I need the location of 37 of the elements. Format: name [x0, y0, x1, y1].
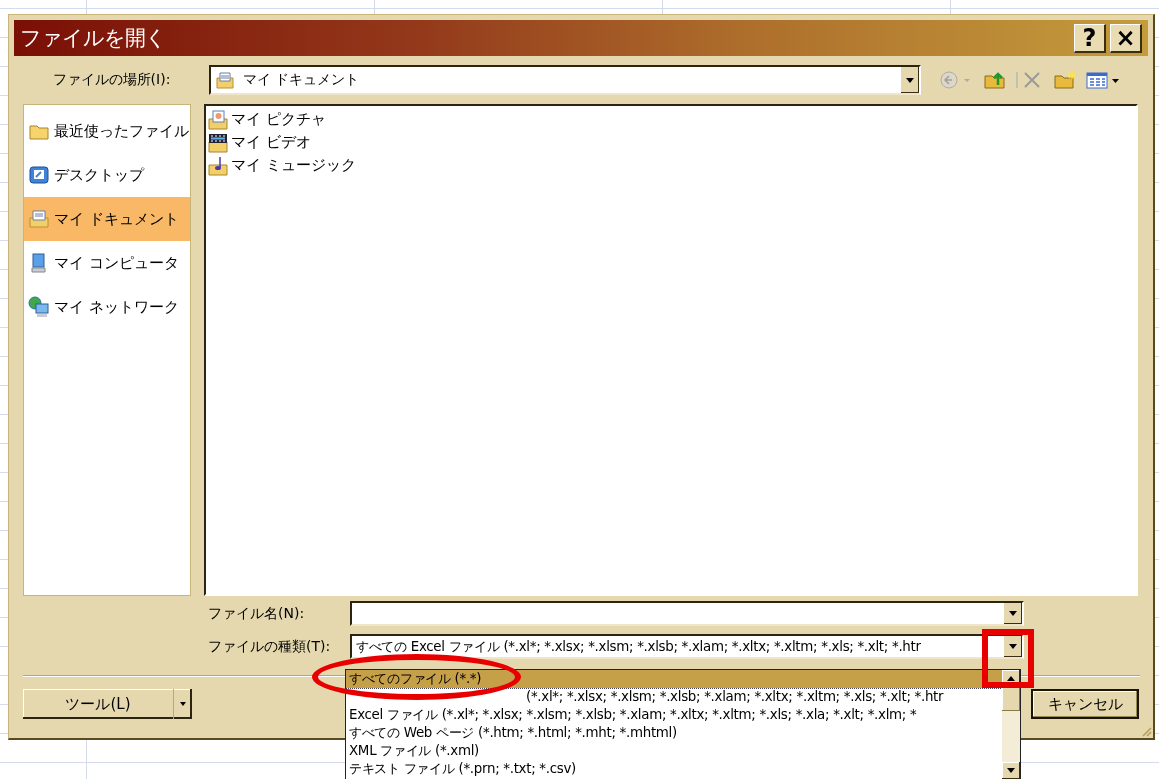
file-type-value: すべての Excel ファイル (*.xl*; *.xlsx; *.xlsm; *.xlsb; *.xlam; *.xltx; *.xltm; *.xls; *.xlt; *.htr: [356, 637, 922, 656]
places-item[interactable]: 最近使ったファイル: [24, 109, 190, 153]
file-type-option[interactable]: テキスト ファイル (*.prn; *.txt; *.csv): [346, 760, 1002, 778]
pictures-folder-icon: [208, 109, 228, 130]
folder-item[interactable]: マイ ピクチャ: [208, 108, 326, 131]
documents-folder-icon: [215, 70, 235, 90]
folder-item[interactable]: マイ ミュージック: [208, 154, 356, 177]
views-button[interactable]: [1085, 70, 1121, 90]
help-button[interactable]: ?: [1074, 23, 1106, 53]
location-dropdown[interactable]: マイ ドキュメント: [209, 65, 921, 95]
file-name-field[interactable]: [350, 601, 1024, 626]
folder-item[interactable]: マイ ビデオ: [208, 131, 311, 154]
network-icon: [28, 296, 50, 318]
scroll-bar[interactable]: [1002, 670, 1020, 779]
file-type-label: ファイルの種類(T):: [208, 637, 332, 656]
folder-up-button[interactable]: [983, 70, 1007, 90]
places-item[interactable]: マイ ネットワーク: [24, 285, 190, 329]
close-button[interactable]: ×: [1110, 23, 1142, 53]
music-folder-icon: [208, 155, 228, 176]
tools-button[interactable]: ツール(L): [23, 689, 192, 719]
file-type-option[interactable]: Excel ファイル (*.xl*; *.xlsx; *.xlsm; *.xlsb; *.xlam; *.xltx; *.xltm; *.xls; *.xla; *.xlt; *.xlm; *: [346, 706, 1002, 724]
file-type-option[interactable]: XML ファイル (*.xml): [346, 742, 1002, 760]
file-name-label: ファイル名(N):: [208, 604, 306, 623]
resize-grip-icon: [1140, 725, 1152, 737]
location-value: マイ ドキュメント: [243, 71, 361, 89]
documents-folder-icon: [28, 208, 50, 230]
desktop-icon: [28, 164, 50, 186]
location-label: ファイルの場所(I):: [51, 71, 172, 89]
cancel-button[interactable]: キャンセル: [1031, 689, 1139, 719]
places-item[interactable]: マイ ドキュメント: [24, 197, 190, 241]
places-item[interactable]: デスクトップ: [24, 153, 190, 197]
video-folder-icon: [208, 132, 228, 153]
places-item[interactable]: マイ コンピュータ: [24, 241, 190, 285]
file-type-option[interactable]: すべての Web ページ (*.htm; *.html; *.mht; *.mhtml): [346, 724, 1002, 742]
window-title: ファイルを開く: [20, 25, 167, 52]
file-type-dropdown[interactable]: すべての Excel ファイル (*.xl*; *.xlsx; *.xlsm; *.xlsb; *.xlam; *.xltx; *.xltm; *.xls; *.xlt; *.htr: [350, 634, 1024, 659]
file-type-option[interactable]: すべてのファイル (*.*): [346, 670, 1002, 688]
